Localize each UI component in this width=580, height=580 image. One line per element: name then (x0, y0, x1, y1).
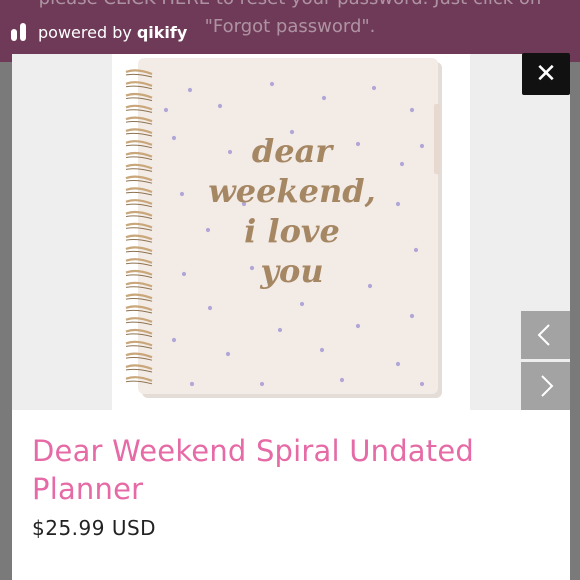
product-image: dear weekend, i love you (112, 54, 470, 410)
cover-dot (419, 143, 425, 149)
cover-dot (225, 351, 231, 357)
product-quick-view-modal: dear weekend, i love you Dear Weekend Spira… (12, 54, 570, 580)
cover-dot (321, 95, 327, 101)
cover-dot (299, 301, 305, 307)
cover-dot (413, 247, 419, 253)
product-image-gallery: dear weekend, i love you (12, 54, 570, 410)
cover-dot (269, 81, 275, 87)
cover-dot (217, 103, 223, 109)
cover-dot (319, 347, 325, 353)
chevron-left-icon (537, 324, 550, 346)
cover-text-line: dear (252, 132, 334, 170)
cover-text-line: you (259, 252, 323, 290)
cover-dot (419, 381, 425, 387)
cover-dot (395, 361, 401, 367)
cover-dot (205, 227, 211, 233)
next-image-button[interactable] (521, 362, 570, 410)
product-price: $25.99 USD (32, 516, 157, 540)
cover-dot (259, 381, 265, 387)
cover-tab (434, 104, 440, 174)
cover-dot (163, 107, 169, 113)
previous-image-button[interactable] (521, 311, 570, 359)
cover-dot (277, 327, 283, 333)
planner-cover-image: dearweekend,i loveyou (125, 58, 442, 398)
cover-dot (179, 191, 185, 197)
cover-dot (355, 141, 361, 147)
chevron-right-icon (541, 375, 554, 397)
cover-dot (409, 107, 415, 113)
cover-dot (181, 271, 187, 277)
cover-dot (227, 149, 233, 155)
cover-dot (409, 313, 415, 319)
cover-dot (207, 305, 213, 311)
cover-dot (339, 377, 345, 383)
cover-dot (189, 381, 195, 387)
powered-by-brand: qikify (136, 22, 188, 42)
banner-text-line-1: please CLICK HERE to reset your password… (0, 0, 580, 9)
cover-dot (395, 201, 401, 207)
cover-dot (371, 85, 377, 91)
qikify-logo-icon (11, 23, 26, 41)
cover-text-line: weekend, (208, 172, 376, 210)
cover-dot (367, 283, 373, 289)
cover-dot (249, 265, 255, 271)
cover-dot (399, 161, 405, 167)
product-title[interactable]: Dear Weekend Spiral Undated Planner (32, 432, 512, 508)
page: please CLICK HERE to reset your password… (0, 0, 580, 580)
cover-dot (355, 323, 361, 329)
cover-dot (171, 337, 177, 343)
close-button[interactable]: ✕ (522, 53, 570, 95)
cover-dot (187, 87, 193, 93)
powered-by-badge[interactable]: powered by qikify (10, 20, 187, 44)
cover-dot (171, 135, 177, 141)
powered-by-prefix: powered by (38, 22, 132, 42)
cover-text-line: i love (244, 212, 340, 250)
